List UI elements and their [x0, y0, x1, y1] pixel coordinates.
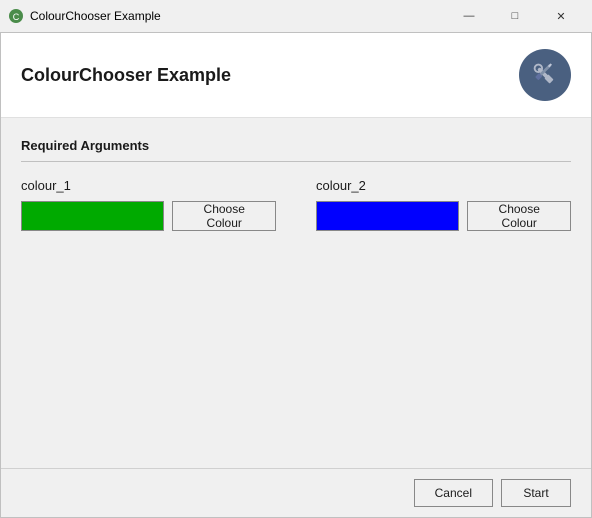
tools-icon — [519, 49, 571, 101]
footer: Cancel Start — [1, 468, 591, 517]
start-button[interactable]: Start — [501, 479, 571, 507]
title-bar: C ColourChooser Example — □ ✕ — [0, 0, 592, 32]
colour-1-label: colour_1 — [21, 178, 276, 193]
section-divider — [21, 161, 571, 162]
window-controls: — □ ✕ — [446, 0, 584, 32]
svg-text:C: C — [13, 12, 20, 22]
header: ColourChooser Example — [1, 33, 591, 118]
window-title: ColourChooser Example — [30, 9, 446, 23]
section-title: Required Arguments — [21, 138, 571, 153]
colour-1-controls: Choose Colour — [21, 201, 276, 231]
close-button[interactable]: ✕ — [538, 0, 584, 32]
colour-2-label: colour_2 — [316, 178, 571, 193]
cancel-button[interactable]: Cancel — [414, 479, 493, 507]
choose-colour-1-button[interactable]: Choose Colour — [172, 201, 276, 231]
content-area: Required Arguments colour_1 Choose Colou… — [1, 118, 591, 468]
colour-2-group: colour_2 Choose Colour — [316, 178, 571, 231]
minimize-button[interactable]: — — [446, 0, 492, 32]
app-title: ColourChooser Example — [21, 65, 231, 86]
colour-1-group: colour_1 Choose Colour — [21, 178, 276, 231]
colour-2-controls: Choose Colour — [316, 201, 571, 231]
app-icon: C — [8, 8, 24, 24]
colour-2-swatch[interactable] — [316, 201, 459, 231]
maximize-button[interactable]: □ — [492, 0, 538, 32]
main-window: ColourChooser Example Required Arguments — [0, 32, 592, 518]
choose-colour-2-button[interactable]: Choose Colour — [467, 201, 571, 231]
arguments-grid: colour_1 Choose Colour colour_2 Choose C… — [21, 178, 571, 231]
colour-1-swatch[interactable] — [21, 201, 164, 231]
